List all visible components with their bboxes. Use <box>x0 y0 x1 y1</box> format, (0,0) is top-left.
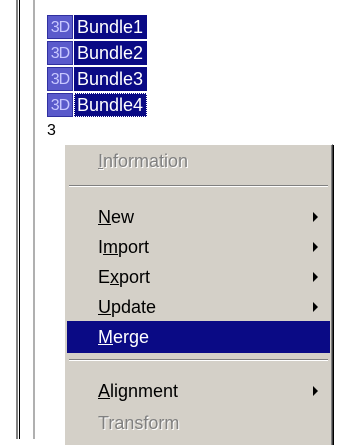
submenu-arrow-icon <box>313 386 318 396</box>
3d-icon: 3 <box>47 119 61 143</box>
3d-icon: 3D <box>47 41 73 65</box>
submenu-arrow-icon <box>313 272 318 282</box>
submenu-arrow-icon <box>313 302 318 312</box>
border-line <box>16 0 18 439</box>
tree-item-label[interactable]: Bundle3 <box>74 67 148 91</box>
menu-item-import[interactable]: Import <box>67 231 330 263</box>
tree-item-bundle2[interactable]: 3D Bundle2 <box>47 40 148 66</box>
submenu-arrow-icon <box>313 242 318 252</box>
3d-icon: 3D <box>47 93 73 117</box>
menu-item-information[interactable]: Information <box>67 145 330 177</box>
menu-item-new[interactable]: New <box>67 201 330 233</box>
tree-item-label[interactable]: Bundle1 <box>74 15 148 39</box>
3d-icon: 3D <box>47 15 73 39</box>
menu-item-update[interactable]: Update <box>67 291 330 323</box>
menu-item-transform[interactable]: Transform <box>67 407 330 439</box>
tree-item-bundle3[interactable]: 3D Bundle3 <box>47 66 148 92</box>
menu-item-alignment[interactable]: Alignment <box>67 375 330 407</box>
context-menu: Information New Import Export Update Mer… <box>64 144 333 445</box>
tree-item-partial[interactable]: 3 <box>47 118 61 144</box>
menu-item-merge[interactable]: Merge <box>67 321 330 353</box>
border-line <box>19 0 20 439</box>
tree-item-bundle1[interactable]: 3D Bundle1 <box>47 14 148 40</box>
tree-item-label[interactable]: Bundle2 <box>74 41 148 65</box>
tree-item-label[interactable]: Bundle4 <box>74 93 148 117</box>
window-left-border <box>0 0 36 439</box>
menu-item-export[interactable]: Export <box>67 261 330 293</box>
menu-separator <box>69 185 328 187</box>
menu-separator <box>69 359 328 361</box>
tree-item-bundle4[interactable]: 3D Bundle4 <box>47 92 148 118</box>
submenu-arrow-icon <box>313 212 318 222</box>
border-line <box>33 0 35 439</box>
3d-icon: 3D <box>47 67 73 91</box>
